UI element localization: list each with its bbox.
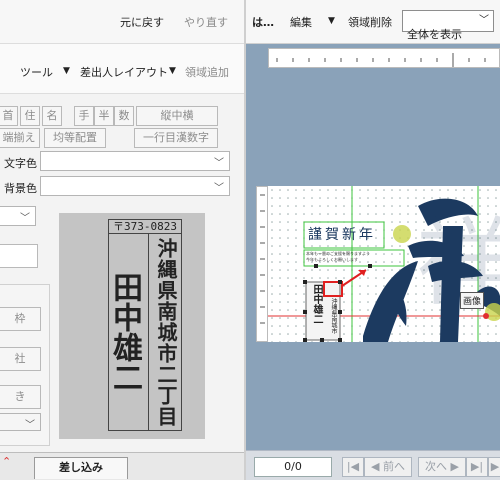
chevron-down-icon: ﹀ bbox=[25, 420, 35, 431]
text-color-label: 文字色 bbox=[4, 157, 37, 170]
first-page-icon[interactable]: |◀ bbox=[342, 457, 364, 477]
vertical-ruler bbox=[256, 186, 268, 342]
ruler-ticks bbox=[276, 53, 486, 67]
red-tab-mark: ⌃ bbox=[2, 455, 12, 468]
side-select[interactable]: ﹀ bbox=[0, 206, 36, 226]
half-width-button[interactable]: 半 bbox=[94, 106, 114, 126]
side-blank-button[interactable] bbox=[0, 244, 38, 268]
greeting-text[interactable]: 謹賀新年 bbox=[308, 224, 376, 244]
prev-page-label: 前へ bbox=[382, 460, 405, 473]
left-panel: 元に戻す やり直す ツール ▼ 差出人レイアウト ▼ 領域追加 首 住 名 手 … bbox=[0, 0, 244, 480]
undo-button[interactable]: 元に戻す bbox=[120, 14, 164, 30]
message-text[interactable]: 本年も一層のご支援を賜りますよう 今年もよろしくお願いします bbox=[306, 251, 404, 263]
hand-char-button[interactable]: 手 bbox=[74, 106, 94, 126]
more-icon[interactable]: ▶ bbox=[488, 457, 500, 477]
last-page-icon[interactable]: ▶| bbox=[466, 457, 488, 477]
zoom-select-value: 全体を表示 bbox=[407, 28, 462, 41]
number-button[interactable]: 数 bbox=[114, 106, 134, 126]
chevron-down-icon: ﹀ bbox=[214, 183, 224, 194]
direction-button[interactable]: き bbox=[0, 385, 41, 409]
second-toolbar: ツール ▼ 差出人レイアウト ▼ 領域追加 bbox=[0, 44, 244, 94]
tools-menu[interactable]: ツール bbox=[20, 64, 53, 80]
card-name-mini: 田中雄二 bbox=[311, 284, 322, 324]
right-toolbar: は… 編集 ▼ 領域削除 全体を表示 ﹀ bbox=[246, 0, 500, 44]
message-line-2: 今年もよろしくお願いします bbox=[306, 257, 358, 262]
top-toolbar: 元に戻す やり直す bbox=[0, 0, 244, 44]
address-char-button[interactable]: 住 bbox=[20, 106, 40, 126]
sender-layout-menu[interactable]: 差出人レイアウト bbox=[80, 64, 168, 80]
tools-dropdown-icon[interactable]: ▼ bbox=[63, 66, 70, 76]
zip-code: 〒373‑0823 bbox=[109, 220, 181, 234]
address-card: 〒373‑0823 田中雄二 沖縄県南城市二丁目 bbox=[107, 219, 182, 431]
tab-merge[interactable]: 差し込み bbox=[34, 457, 128, 479]
zoom-select[interactable]: 全体を表示 ﹀ bbox=[402, 10, 494, 41]
frame-button[interactable]: 枠 bbox=[0, 307, 41, 331]
recipient-address: 沖縄県南城市二丁目 bbox=[154, 237, 178, 427]
name-char-button[interactable]: 名 bbox=[42, 106, 62, 126]
kanji-numeral-button[interactable]: 一行目漢数字 bbox=[134, 128, 218, 148]
side-dropdown[interactable]: ﹀ bbox=[0, 413, 41, 431]
even-spacing-button[interactable]: 均等配置 bbox=[44, 128, 106, 148]
sender-layout-dropdown-icon[interactable]: ▼ bbox=[169, 66, 176, 76]
calligraphy-glyph: 祥 bbox=[416, 207, 500, 319]
next-page-button[interactable]: 次へ ▶ bbox=[418, 457, 466, 477]
edit-dropdown-icon[interactable]: ▼ bbox=[328, 16, 335, 26]
page-indicator: 0/0 bbox=[254, 457, 332, 477]
design-canvas[interactable]: 謹賀新年 本年も一層のご支援を賜りますよう 今年もよろしくお願いします 祥 田中… bbox=[268, 186, 500, 342]
image-label[interactable]: 画像 bbox=[460, 292, 485, 309]
recipient-name: 田中雄二 bbox=[107, 234, 149, 430]
first-char-button[interactable]: 首 bbox=[0, 106, 18, 126]
chevron-down-icon: ﹀ bbox=[20, 213, 30, 224]
chevron-down-icon: ﹀ bbox=[479, 15, 489, 26]
delete-area-button[interactable]: 領域削除 bbox=[348, 14, 392, 30]
bottom-tabs: ⌃ 差し込み bbox=[0, 452, 244, 480]
horizontal-ruler bbox=[268, 48, 500, 68]
justify-button[interactable]: 端揃え bbox=[0, 128, 40, 148]
bg-color-select[interactable]: ﹀ bbox=[40, 176, 230, 196]
edit-menu[interactable]: 編集 bbox=[290, 14, 312, 30]
chevron-down-icon: ﹀ bbox=[214, 158, 224, 169]
card-address-mini: 沖縄県南城市 bbox=[330, 298, 337, 334]
side-options-box: 枠 社 き ﹀ bbox=[0, 284, 50, 446]
add-area-button[interactable]: 領域追加 bbox=[185, 64, 229, 80]
prev-page-button[interactable]: ◀ 前へ bbox=[364, 457, 412, 477]
next-page-label: 次へ bbox=[425, 460, 448, 473]
right-panel: は… 編集 ▼ 領域削除 全体を表示 ﹀ 謹賀新年 本年も一層のご支援を賜ります… bbox=[246, 0, 500, 480]
page-nav-bar: 0/0 |◀ ◀ 前へ 次へ ▶ ▶| ▶ bbox=[246, 450, 500, 480]
address-preview: 〒373‑0823 田中雄二 沖縄県南城市二丁目 bbox=[59, 213, 205, 439]
file-menu[interactable]: は… bbox=[252, 14, 274, 30]
company-button[interactable]: 社 bbox=[0, 347, 41, 371]
bg-color-label: 背景色 bbox=[4, 182, 37, 195]
text-color-select[interactable]: ﹀ bbox=[40, 151, 230, 171]
vertical-horizontal-button[interactable]: 縦中横 bbox=[136, 106, 218, 126]
redo-button[interactable]: やり直す bbox=[184, 14, 228, 30]
